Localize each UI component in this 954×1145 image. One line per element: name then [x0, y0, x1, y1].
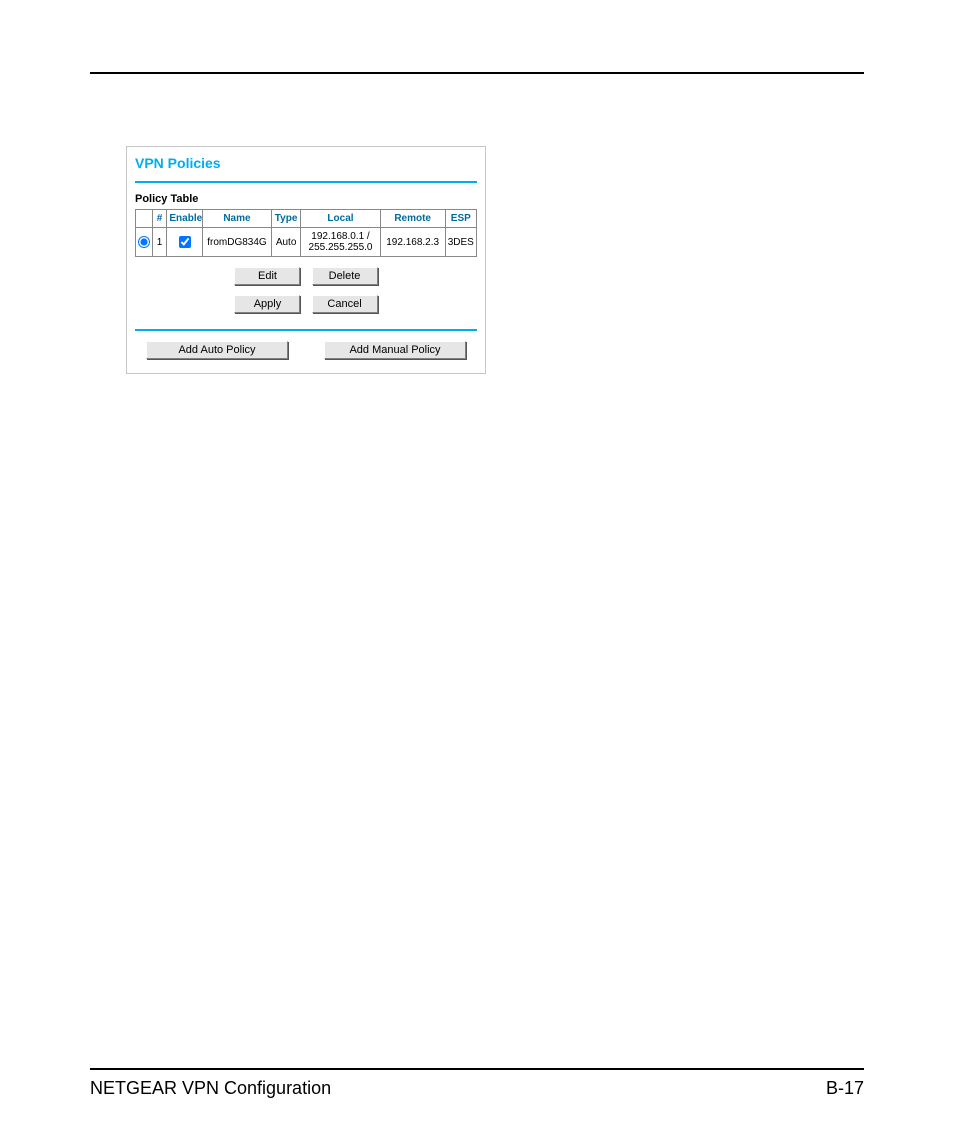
table-header-row: # Enable Name Type Local Remote ESP — [136, 210, 477, 228]
cell-name: fromDG834G — [202, 228, 271, 257]
top-horizontal-rule — [90, 72, 864, 74]
cell-esp: 3DES — [445, 228, 476, 257]
cell-num: 1 — [152, 228, 167, 257]
th-esp: ESP — [445, 210, 476, 228]
row-enable-checkbox[interactable] — [179, 236, 191, 248]
th-num: # — [152, 210, 167, 228]
th-remote: Remote — [380, 210, 445, 228]
divider — [135, 329, 477, 331]
th-select — [136, 210, 153, 228]
table-row: 1 fromDG834G Auto 192.168.0.1 / 255.255.… — [136, 228, 477, 257]
footer-title: NETGEAR VPN Configuration — [90, 1078, 331, 1099]
divider — [135, 181, 477, 183]
policy-table: # Enable Name Type Local Remote ESP 1 fr… — [135, 209, 477, 257]
th-type: Type — [271, 210, 300, 228]
footer-page: B-17 — [826, 1078, 864, 1099]
row-select-radio[interactable] — [138, 236, 150, 248]
cell-local: 192.168.0.1 / 255.255.255.0 — [301, 228, 380, 257]
apply-button[interactable]: Apply — [234, 295, 300, 313]
policy-table-label: Policy Table — [135, 193, 477, 205]
th-enable: Enable — [167, 210, 203, 228]
delete-button[interactable]: Delete — [312, 267, 378, 285]
cell-remote: 192.168.2.3 — [380, 228, 445, 257]
th-name: Name — [202, 210, 271, 228]
th-local: Local — [301, 210, 380, 228]
add-auto-policy-button[interactable]: Add Auto Policy — [146, 341, 288, 359]
vpn-policies-panel: VPN Policies Policy Table # Enable Name … — [126, 146, 486, 374]
cell-type: Auto — [271, 228, 300, 257]
edit-button[interactable]: Edit — [234, 267, 300, 285]
cancel-button[interactable]: Cancel — [312, 295, 378, 313]
add-manual-policy-button[interactable]: Add Manual Policy — [324, 341, 466, 359]
panel-title: VPN Policies — [135, 153, 477, 179]
bottom-horizontal-rule — [90, 1068, 864, 1070]
